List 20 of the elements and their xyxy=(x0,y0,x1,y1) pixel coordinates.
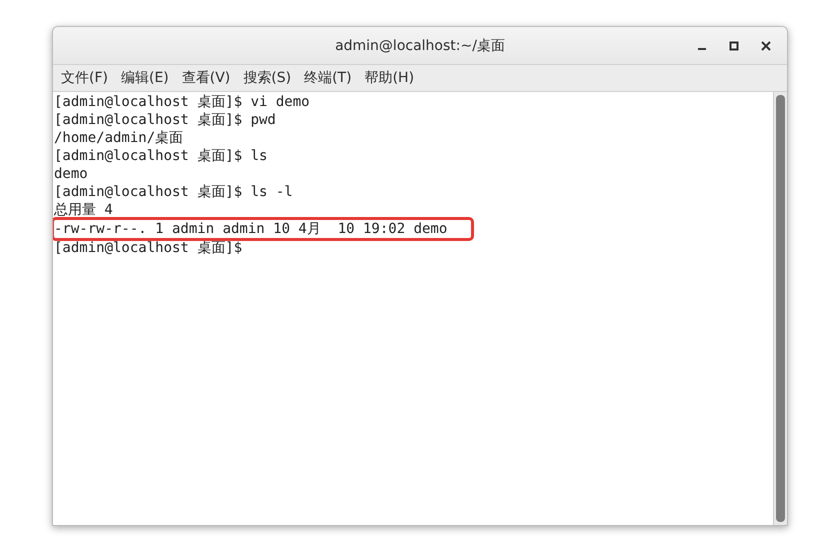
terminal-line: [admin@localhost 桌面]$ ls xyxy=(54,147,268,165)
terminal-line: [admin@localhost 桌面]$ pwd xyxy=(54,111,276,129)
terminal-line: [admin@localhost 桌面]$ xyxy=(54,239,242,257)
maximize-icon xyxy=(729,41,739,51)
terminal-line: 总用量 4 xyxy=(54,201,113,219)
terminal-line: demo xyxy=(54,165,88,183)
menu-item[interactable]: 终端(T) xyxy=(304,69,352,87)
menu-item[interactable]: 文件(F) xyxy=(61,69,108,87)
minimize-icon xyxy=(698,48,706,50)
menu-item[interactable]: 帮助(H) xyxy=(364,69,414,87)
terminal-line: [admin@localhost 桌面]$ vi demo xyxy=(54,93,310,111)
terminal-line: /home/admin/桌面 xyxy=(54,129,184,147)
scrollbar[interactable] xyxy=(773,92,787,525)
menu-item[interactable]: 编辑(E) xyxy=(120,69,169,87)
menu-item[interactable]: 查看(V) xyxy=(182,69,230,87)
terminal-line: [admin@localhost 桌面]$ ls -l xyxy=(54,183,293,201)
highlighted-terminal-line: -rw-rw-r--. 1 admin admin 10 4月 10 19:02 demo xyxy=(54,220,472,238)
menu-item[interactable]: 搜索(S) xyxy=(243,69,292,87)
window-title: admin@localhost:~/桌面 xyxy=(335,36,505,54)
close-icon xyxy=(761,41,771,51)
